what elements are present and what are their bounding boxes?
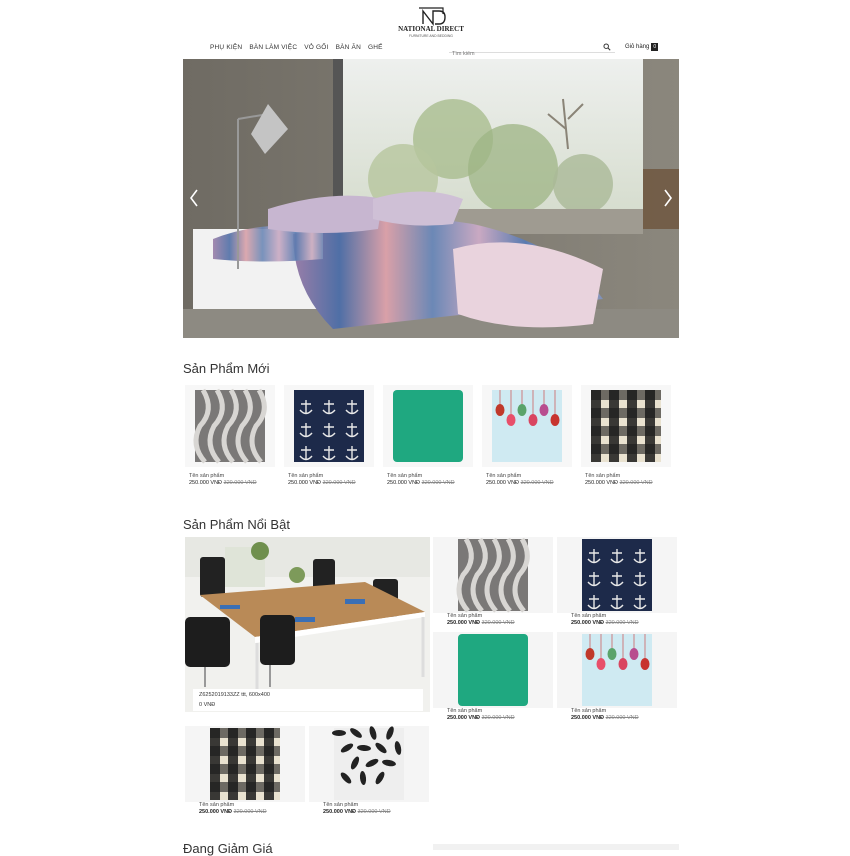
- product-price: 0 VNĐ: [199, 702, 216, 708]
- product-name: Tên sản phẩm: [288, 473, 324, 479]
- product-image-ornament: [482, 385, 572, 467]
- product-sale-price: 250.000 VNĐ: [486, 480, 520, 486]
- hero-slider[interactable]: [183, 59, 679, 338]
- product-card[interactable]: Tên sản phẩm 250.000 VNĐ 320.000 VNĐ: [482, 385, 572, 486]
- product-name: Z6252019133ZZ ttt, 600x400: [199, 692, 270, 698]
- hero-bedroom-image: [183, 59, 679, 338]
- product-sale-price: 250.000 VNĐ: [199, 809, 233, 815]
- search-bar: [449, 42, 615, 59]
- product-price: 250.000 VNĐ 320.000 VNĐ: [387, 480, 473, 486]
- product-card[interactable]: Tên sản phẩm 250.000 VNĐ 320.000 VNĐ: [284, 385, 374, 486]
- product-name: Tên sản phẩm: [585, 473, 621, 479]
- nav-item-ban-lam-viec[interactable]: BÀN LÀM VIỆC: [249, 44, 297, 51]
- nav-item-ban-an[interactable]: BÀN ĂN: [336, 44, 361, 51]
- cart-button[interactable]: Giỏ hàng 0: [625, 43, 659, 51]
- product-name: Tên sản phẩm: [486, 473, 522, 479]
- product-image-anchor: [284, 385, 374, 467]
- section-title-featured: Sản Phẩm Nổi Bật: [183, 517, 290, 532]
- product-card[interactable]: Tên sản phẩm 250.000 VNĐ 320.000 VNĐ: [581, 385, 671, 486]
- sale-banner-placeholder: [433, 844, 679, 850]
- search-input[interactable]: [449, 49, 595, 59]
- product-name: Tên sản phẩm: [387, 473, 423, 479]
- product-card[interactable]: Tên sản phẩm 250.000 VNĐ 320.000 VNĐ: [383, 385, 473, 486]
- main-nav: PHỤ KIỆN BÀN LÀM VIỆC VỎ GỐI BÀN ĂN GHẾ: [210, 44, 383, 51]
- product-image-zebra: [185, 385, 275, 467]
- chevron-right-icon[interactable]: [661, 187, 675, 209]
- product-price: 250.000 VNĐ 320.000 VNĐ: [585, 480, 671, 486]
- product-image-plaid: [581, 385, 671, 467]
- product-price: 250.000 VNĐ 320.000 VNĐ: [447, 620, 553, 626]
- product-sale-price: 250.000 VNĐ: [571, 620, 605, 626]
- product-old-price: 320.000 VNĐ: [223, 480, 257, 486]
- product-sale-price: 250.000 VNĐ: [585, 480, 619, 486]
- product-image-zebra: [433, 537, 553, 613]
- product-old-price: 320.000 VNĐ: [357, 809, 391, 815]
- product-price: 250.000 VNĐ 320.000 VNĐ: [189, 480, 275, 486]
- product-old-price: 320.000 VNĐ: [233, 809, 267, 815]
- product-image-green: [433, 632, 553, 708]
- search-icon[interactable]: [603, 43, 611, 51]
- product-sale-price: 250.000 VNĐ: [189, 480, 223, 486]
- product-sale-price: 250.000 VNĐ: [571, 715, 605, 721]
- product-image-anchor: [557, 537, 677, 613]
- product-price: 250.000 VNĐ 320.000 VNĐ: [323, 809, 429, 815]
- brand-logo[interactable]: NATIONAL DIRECT FURNITURE AND BEDDING: [393, 6, 469, 38]
- brand-tagline: FURNITURE AND BEDDING: [409, 34, 453, 38]
- product-image-ornament: [557, 632, 677, 708]
- product-old-price: 320.000 VNĐ: [481, 620, 515, 626]
- product-price: 250.000 VNĐ 320.000 VNĐ: [571, 620, 677, 626]
- product-sale-price: 250.000 VNĐ: [288, 480, 322, 486]
- section-title-new-products: Sản Phẩm Mới: [183, 361, 270, 376]
- product-card[interactable]: Tên sản phẩm 250.000 VNĐ 320.000 VNĐ: [433, 632, 553, 721]
- cart-count-badge: 0: [651, 43, 659, 51]
- product-sale-price: 250.000 VNĐ: [447, 715, 481, 721]
- product-image-green: [383, 385, 473, 467]
- nav-item-phu-kien[interactable]: PHỤ KIỆN: [210, 44, 242, 51]
- product-price: 250.000 VNĐ 320.000 VNĐ: [199, 809, 305, 815]
- product-sale-price: 250.000 VNĐ: [447, 620, 481, 626]
- product-old-price: 320.000 VNĐ: [520, 480, 554, 486]
- nav-item-ghe[interactable]: GHẾ: [368, 44, 383, 51]
- featured-big-caption: Z6252019133ZZ ttt, 600x400 0 VNĐ: [193, 689, 423, 711]
- product-sale-price: 250.000 VNĐ: [323, 809, 357, 815]
- product-price: 250.000 VNĐ 320.000 VNĐ: [288, 480, 374, 486]
- product-name: Tên sản phẩm: [189, 473, 225, 479]
- product-card[interactable]: Tên sản phẩm 250.000 VNĐ 320.000 VNĐ: [557, 537, 677, 626]
- product-card[interactable]: Tên sản phẩm 250.000 VNĐ 320.000 VNĐ: [185, 726, 305, 815]
- product-image-floral: [309, 726, 429, 802]
- product-price: 250.000 VNĐ 320.000 VNĐ: [486, 480, 572, 486]
- product-old-price: 320.000 VNĐ: [619, 480, 653, 486]
- section-title-sale: Đang Giảm Giá: [183, 841, 273, 856]
- product-old-price: 320.000 VNĐ: [605, 620, 639, 626]
- product-sale-price: 250.000 VNĐ: [387, 480, 421, 486]
- cart-label: Giỏ hàng: [625, 44, 650, 50]
- brand-name: NATIONAL DIRECT: [398, 25, 464, 33]
- featured-big-card[interactable]: Z6252019133ZZ ttt, 600x400 0 VNĐ: [185, 537, 430, 712]
- product-price: 250.000 VNĐ 320.000 VNĐ: [571, 715, 677, 721]
- product-old-price: 320.000 VNĐ: [481, 715, 515, 721]
- product-card[interactable]: Tên sản phẩm 250.000 VNĐ 320.000 VNĐ: [309, 726, 429, 815]
- chevron-left-icon[interactable]: [187, 187, 201, 209]
- product-old-price: 320.000 VNĐ: [322, 480, 356, 486]
- product-image-plaid: [185, 726, 305, 802]
- product-card[interactable]: Tên sản phẩm 250.000 VNĐ 320.000 VNĐ: [185, 385, 275, 486]
- product-old-price: 320.000 VNĐ: [605, 715, 639, 721]
- product-price: 250.000 VNĐ 320.000 VNĐ: [447, 715, 553, 721]
- nav-item-vo-goi[interactable]: VỎ GỐI: [304, 44, 328, 51]
- conference-table-image: [185, 537, 430, 712]
- product-card[interactable]: Tên sản phẩm 250.000 VNĐ 320.000 VNĐ: [433, 537, 553, 626]
- product-card[interactable]: Tên sản phẩm 250.000 VNĐ 320.000 VNĐ: [557, 632, 677, 721]
- product-old-price: 320.000 VNĐ: [421, 480, 455, 486]
